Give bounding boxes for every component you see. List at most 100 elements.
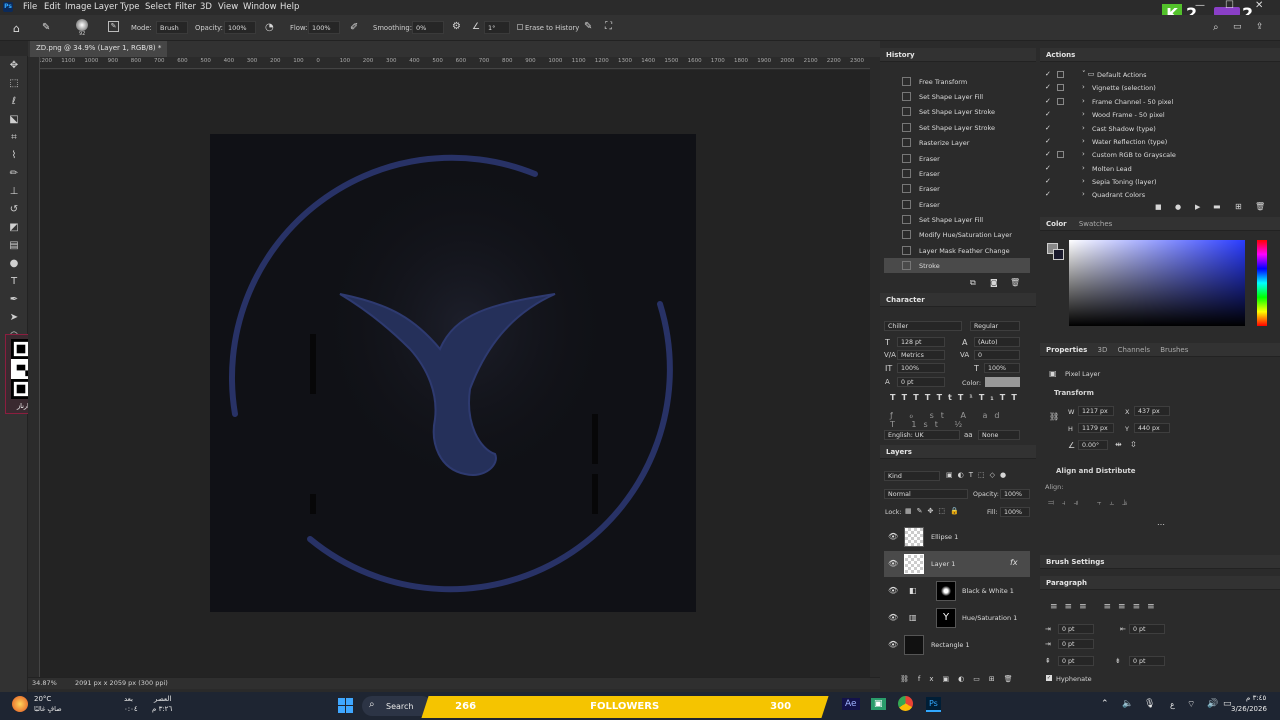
all-caps-button[interactable]: TT (913, 393, 936, 402)
actions-panel-header[interactable]: Actions (1040, 48, 1280, 62)
space-before-input[interactable]: 0 pt (1058, 656, 1094, 666)
search-icon[interactable]: ⌕ (1213, 22, 1219, 33)
menu-filter[interactable]: Filter (175, 2, 196, 12)
after-effects-app-icon[interactable]: Ae (842, 698, 860, 710)
document-canvas[interactable] (210, 134, 696, 612)
flow-input[interactable]: 100% (308, 21, 340, 34)
hyphenate-checkbox[interactable]: ✓ (1046, 675, 1052, 681)
weather-temp[interactable]: 20°C (34, 695, 51, 703)
layer-row[interactable]: 👁 ◧ Black & White 1 (884, 578, 1030, 604)
path-select-tool-icon[interactable]: ➤ (8, 312, 20, 324)
menu-view[interactable]: View (218, 2, 238, 12)
pen-tool-icon[interactable]: ✒ (8, 294, 20, 306)
tab-properties[interactable]: Properties (1046, 346, 1087, 354)
minimize-button[interactable]: — (1195, 0, 1205, 11)
action-set[interactable]: ✓ ˅ ▭ Default Actions (1042, 69, 1268, 82)
type-style-buttons[interactable]: TTTTTtT¹T₁TT (890, 393, 1020, 402)
history-item-active[interactable]: Stroke (884, 258, 1030, 273)
close-button[interactable]: ✕ (1255, 0, 1263, 11)
weather-icon[interactable] (12, 696, 28, 712)
zoom-level[interactable]: 34.87% (32, 679, 57, 687)
erase-history-checkbox[interactable] (517, 24, 523, 30)
visibility-eye-icon[interactable]: 👁 (888, 640, 898, 649)
brush-tool-icon[interactable]: ✏ (8, 168, 20, 180)
align-buttons[interactable]: ⫤⫞⫣ ⫟⫠⫡ (1048, 498, 1178, 508)
flip-vertical-icon[interactable]: ⇳ (1130, 440, 1137, 449)
subscript-button[interactable]: T₁ (979, 393, 1000, 402)
brush-panel-toggle-icon[interactable]: ✎ (108, 21, 119, 32)
history-item[interactable]: Set Shape Layer Fill (884, 89, 1030, 104)
visibility-eye-icon[interactable]: 👁 (888, 559, 898, 568)
clock-date[interactable]: 3/26/2026 (1231, 705, 1267, 713)
layer-effects-icon[interactable]: fx (1010, 558, 1018, 567)
workspace-icon[interactable]: ▭ (1233, 22, 1242, 32)
paragraph-align-buttons[interactable]: ≡≡≡ ≡≡≡≡ (1050, 602, 1180, 612)
menu-select[interactable]: Select (145, 2, 171, 12)
visibility-eye-icon[interactable]: 👁 (888, 532, 898, 541)
hue-slider[interactable] (1257, 240, 1267, 326)
action-item[interactable]: ✓ › Quadrant Colors (1042, 189, 1268, 202)
layer-opacity-input[interactable]: 100% (1000, 489, 1030, 499)
brush-preview-icon[interactable] (76, 19, 88, 31)
maximize-button[interactable]: ☐ (1225, 0, 1234, 11)
snapshot-camera-icon[interactable]: ◙ (990, 278, 998, 287)
layer-row[interactable]: 👁 Ellipse 1 (884, 524, 1030, 550)
play-action-icon[interactable]: ▶ (1195, 203, 1200, 211)
menu-file[interactable]: File (23, 2, 37, 12)
background-color-swatch[interactable] (1053, 249, 1064, 260)
menu-type[interactable]: Type (120, 2, 140, 12)
small-caps-button[interactable]: Tt (937, 393, 958, 402)
stop-action-icon[interactable]: ■ (1155, 203, 1162, 211)
smoothing-settings-gear-icon[interactable]: ⚙ (452, 21, 461, 32)
width-input[interactable]: 1217 px (1078, 406, 1114, 416)
photoshop-taskbar-icon[interactable]: Ps (926, 697, 941, 712)
leading-input[interactable]: (Auto) (974, 337, 1020, 347)
history-item[interactable]: Eraser (884, 197, 1030, 212)
language-indicator[interactable]: ع (1170, 700, 1175, 709)
color-picker-field[interactable] (1069, 240, 1245, 326)
tray-overflow-icon[interactable]: ⌃ (1101, 699, 1109, 709)
history-item[interactable]: Modify Hue/Saturation Layer (884, 227, 1030, 242)
font-style-select[interactable]: Regular (970, 321, 1020, 331)
pressure-size-icon[interactable]: ✎ (584, 21, 592, 32)
action-item[interactable]: ✓ › Wood Frame - 50 pixel (1042, 109, 1268, 122)
tab-3d[interactable]: 3D (1098, 346, 1108, 354)
pressure-opacity-icon[interactable]: ◔ (265, 22, 274, 33)
first-line-indent-input[interactable]: 0 pt (1058, 639, 1094, 649)
airbrush-icon[interactable]: ✐ (350, 22, 358, 33)
share-icon[interactable]: ⇪ (1256, 22, 1264, 32)
flip-horizontal-icon[interactable]: ⇹ (1115, 440, 1122, 449)
font-family-select[interactable]: Chiller (884, 321, 962, 331)
text-color-swatch[interactable] (985, 377, 1020, 387)
opentype-buttons[interactable]: ƒ ℴ st A ad T 1st ½ (890, 411, 1020, 429)
superscript-button[interactable]: T¹ (958, 393, 979, 402)
lasso-tool-icon[interactable]: ℓ (8, 96, 20, 108)
wifi-icon[interactable]: ⌔ (1187, 699, 1195, 710)
dodge-tool-icon[interactable]: ● (8, 258, 20, 270)
gradient-tool-icon[interactable]: ▤ (8, 240, 20, 252)
layer-row[interactable]: 👁 Rectangle 1 (884, 632, 1030, 658)
eyedropper-tool-icon[interactable]: ⌇ (8, 150, 20, 162)
history-item[interactable]: Eraser (884, 166, 1030, 181)
document-tab[interactable]: ZD.png @ 34.9% (Layer 1, RGB/8) * (30, 41, 168, 57)
space-after-input[interactable]: 0 pt (1129, 656, 1165, 666)
type-tool-icon[interactable]: T (8, 276, 20, 288)
history-item[interactable]: Set Shape Layer Stroke (884, 104, 1030, 119)
mode-select[interactable]: Brush (156, 21, 188, 34)
visibility-eye-icon[interactable]: 👁 (888, 586, 898, 595)
indent-left-input[interactable]: 0 pt (1058, 624, 1094, 634)
strikethrough-button[interactable]: T (1011, 393, 1022, 402)
history-item[interactable]: Free Transform (884, 74, 1030, 89)
action-item[interactable]: ✓ › Custom RGB to Grayscale (1042, 149, 1268, 162)
angle-input[interactable]: 1° (484, 21, 510, 34)
smoothing-input[interactable]: 0% (412, 21, 444, 34)
home-icon[interactable]: ⌂ (13, 22, 20, 35)
taskbar-search[interactable]: ⌕ Search (362, 696, 432, 716)
height-input[interactable]: 1179 px (1078, 423, 1114, 433)
menu-image[interactable]: Image (65, 2, 92, 12)
windows-start-icon[interactable] (338, 698, 353, 713)
layer-row[interactable]: 👁 ▥ Y Hue/Saturation 1 (884, 605, 1030, 631)
history-brush-tool-icon[interactable]: ↺ (8, 204, 20, 216)
marquee-tool-icon[interactable]: ⬚ (8, 78, 20, 90)
action-item[interactable]: ✓ › Molten Lead (1042, 163, 1268, 176)
